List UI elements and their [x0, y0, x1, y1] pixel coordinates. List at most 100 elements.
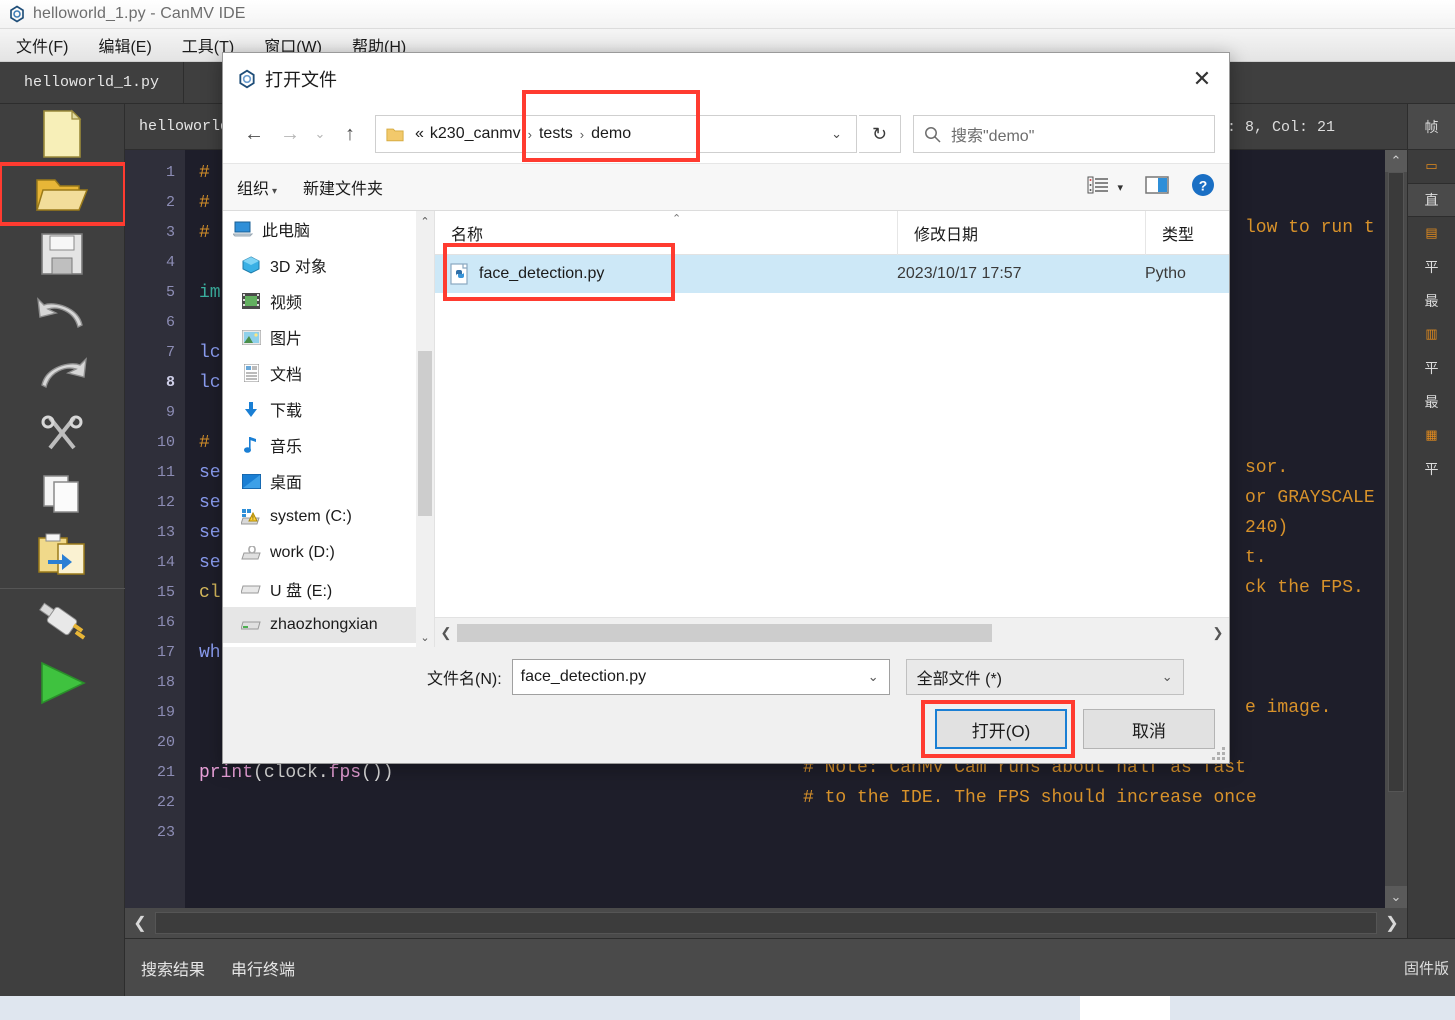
file-hscroll-thumb[interactable]: [457, 623, 992, 642]
file-modified-date: 2023/10/17 17:57: [897, 265, 1022, 282]
preview-pane-glyph: [1145, 175, 1169, 194]
line-number-gutter: 1 2 3 4 5 6 7 8 9 10 11 12 13 14 15 16 17 18 19 20 21 22 23: [125, 150, 202, 908]
filename-input[interactable]: face_detection.py ⌄: [511, 659, 890, 695]
nav-item-system-c[interactable]: ! system (C:): [223, 499, 434, 535]
line-number: 3: [165, 224, 175, 241]
open-file-button[interactable]: [0, 162, 127, 226]
window-titlebar: helloworld_1.py - CanMV IDE: [0, 0, 1455, 29]
nav-item-label: 音乐: [270, 439, 303, 456]
nav-scroll-thumb[interactable]: [418, 351, 432, 516]
back-arrow-icon[interactable]: ←: [237, 117, 271, 151]
code-comment-fragment: 240): [1245, 518, 1289, 538]
editor-hscroll-thumb[interactable]: [155, 912, 1377, 934]
windows-taskbar: [0, 996, 1455, 1020]
filter-chevron-down-icon[interactable]: ⌄: [1156, 669, 1179, 685]
column-modified-date[interactable]: 修改日期: [897, 210, 1145, 255]
nav-item-music[interactable]: 音乐: [223, 427, 434, 463]
redo-button[interactable]: [0, 344, 125, 404]
canmv-logo-icon: [239, 69, 255, 89]
copy-button[interactable]: [0, 464, 125, 524]
scroll-left-arrow-icon[interactable]: ❮: [125, 908, 155, 938]
help-question-icon[interactable]: ?: [1191, 173, 1215, 202]
editor-tab-helloworld[interactable]: helloworld_1.py: [0, 61, 185, 104]
breadcrumb-segment-k230[interactable]: k230_canmv: [427, 125, 524, 143]
cancel-button[interactable]: 取消: [1083, 709, 1215, 749]
view-list-icon[interactable]: [1087, 175, 1109, 200]
file-hscroll-track[interactable]: [457, 623, 1207, 642]
breadcrumb-chevron-1-icon[interactable]: ›: [524, 127, 536, 142]
nav-item-label: 视频: [270, 295, 303, 312]
nav-item-this-pc[interactable]: 此电脑: [223, 211, 434, 247]
scroll-down-arrow-icon[interactable]: ⌄: [1385, 886, 1407, 908]
cut-button[interactable]: [0, 404, 125, 464]
connect-button[interactable]: [0, 593, 125, 653]
nav-item-zhaozhongxian[interactable]: zhaozhongxian: [223, 607, 434, 643]
column-name[interactable]: 名称: [435, 211, 897, 255]
file-type-filter-select[interactable]: 全部文件 (*) ⌄: [905, 659, 1184, 695]
right-panel-section: 直: [1408, 182, 1455, 217]
nav-item-label: 3D 对象: [270, 259, 327, 276]
undo-button[interactable]: [0, 284, 125, 344]
editor-horizontal-scrollbar[interactable]: ❮ ❯: [125, 908, 1407, 938]
navigation-pane: 此电脑 3D 对象 视频 图片 文档 下载 音乐 桌面 ! system (C:…: [223, 211, 435, 647]
nav-scroll-down-arrow-icon[interactable]: ⌄: [416, 627, 434, 647]
editor-vscroll-thumb[interactable]: [1388, 172, 1404, 792]
file-scroll-right-arrow-icon[interactable]: ❯: [1207, 625, 1229, 641]
nav-item-videos[interactable]: 视频: [223, 283, 434, 319]
nav-item-label: 文档: [270, 367, 303, 384]
open-button[interactable]: 打开(O): [935, 709, 1067, 749]
breadcrumb-chevron-2-icon[interactable]: ›: [576, 127, 588, 142]
up-arrow-icon[interactable]: ↑: [333, 117, 367, 151]
preview-pane-icon[interactable]: [1145, 175, 1169, 200]
resize-grip-icon[interactable]: [1211, 746, 1225, 760]
breadcrumb-segment-tests[interactable]: tests: [536, 125, 576, 143]
python-file-icon: [450, 263, 468, 285]
scroll-right-arrow-icon[interactable]: ❯: [1377, 908, 1407, 938]
search-input[interactable]: 搜索"demo": [913, 115, 1215, 153]
nav-item-work-d[interactable]: work (D:): [223, 535, 434, 571]
network-drive-icon: [241, 616, 261, 634]
table-row[interactable]: face_detection.py 2023/10/17 17:57 Pytho: [435, 255, 1229, 293]
breadcrumb[interactable]: « k230_canmv › tests › demo ⌄: [375, 90, 857, 162]
forward-arrow-icon[interactable]: →: [273, 117, 307, 151]
breadcrumb-segment-demo[interactable]: demo: [588, 125, 634, 143]
file-scroll-left-arrow-icon[interactable]: ❮: [435, 625, 457, 641]
organize-button[interactable]: 组织 ▾: [237, 175, 277, 199]
refresh-icon[interactable]: ↻: [859, 115, 901, 153]
nav-item-3d-objects[interactable]: 3D 对象: [223, 247, 434, 283]
nav-item-pictures[interactable]: 图片: [223, 319, 434, 355]
view-options-chevron-down-icon[interactable]: ▾: [1117, 181, 1123, 194]
breadcrumb-dropdown-chevron-down-icon[interactable]: ⌄: [821, 126, 852, 142]
nav-item-label: 下载: [270, 403, 303, 420]
right-panel-icon-3: ▥: [1425, 326, 1438, 342]
menu-file[interactable]: 文件(F): [12, 31, 72, 59]
nav-item-downloads[interactable]: 下载: [223, 391, 434, 427]
paste-button[interactable]: [0, 524, 125, 584]
nav-item-desktop[interactable]: 桌面: [223, 463, 434, 499]
tab-search-results[interactable]: 搜索结果: [141, 956, 205, 980]
canmv-logo-icon: [10, 5, 24, 23]
filename-chevron-down-icon[interactable]: ⌄: [862, 669, 885, 685]
right-panel-row-4: 最: [1424, 394, 1439, 411]
save-file-button[interactable]: [0, 224, 125, 284]
new-folder-button[interactable]: 新建文件夹: [303, 175, 383, 199]
taskbar-active-item[interactable]: [1080, 996, 1170, 1020]
nav-pane-scrollbar[interactable]: ⌃ ⌄: [416, 211, 434, 647]
menu-edit[interactable]: 编辑(E): [94, 31, 155, 59]
file-list[interactable]: face_detection.py 2023/10/17 17:57 Pytho: [435, 243, 1229, 617]
dialog-body: 此电脑 3D 对象 视频 图片 文档 下载 音乐 桌面 ! system (C:…: [223, 210, 1229, 647]
nav-item-usb-e[interactable]: U 盘 (E:): [223, 571, 434, 607]
usb-drive-icon: [241, 580, 261, 598]
scroll-up-arrow-icon[interactable]: ⌃: [1385, 150, 1407, 172]
nav-scroll-up-arrow-icon[interactable]: ⌃: [416, 211, 434, 231]
close-icon[interactable]: ✕: [1179, 57, 1225, 101]
column-type[interactable]: 类型: [1145, 210, 1229, 255]
editor-vertical-scrollbar[interactable]: ⌃ ⌄: [1385, 150, 1407, 908]
run-button[interactable]: [0, 653, 125, 713]
new-file-button[interactable]: [0, 104, 125, 164]
nav-item-documents[interactable]: 文档: [223, 355, 434, 391]
tab-serial-terminal[interactable]: 串行终端: [231, 956, 295, 980]
file-list-horizontal-scrollbar[interactable]: ❮ ❯: [435, 617, 1229, 647]
recent-locations-chevron-down-icon[interactable]: ⌄: [309, 117, 331, 151]
file-list-column-header: 名称 修改日期 类型 ⌃: [435, 210, 1229, 255]
